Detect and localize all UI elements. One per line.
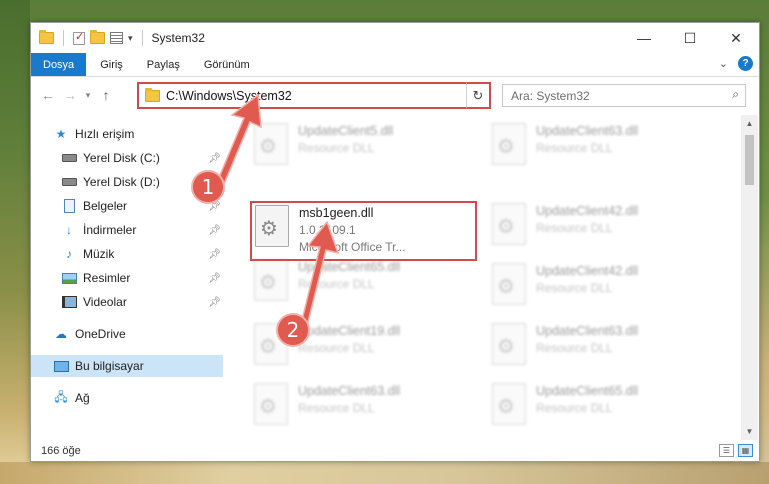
arrow-2: [301, 220, 340, 323]
arrow-1: [217, 93, 262, 186]
callout-1: 1: [191, 170, 225, 204]
callout-2: 2: [276, 313, 310, 347]
annotation-arrows: [217, 93, 340, 323]
